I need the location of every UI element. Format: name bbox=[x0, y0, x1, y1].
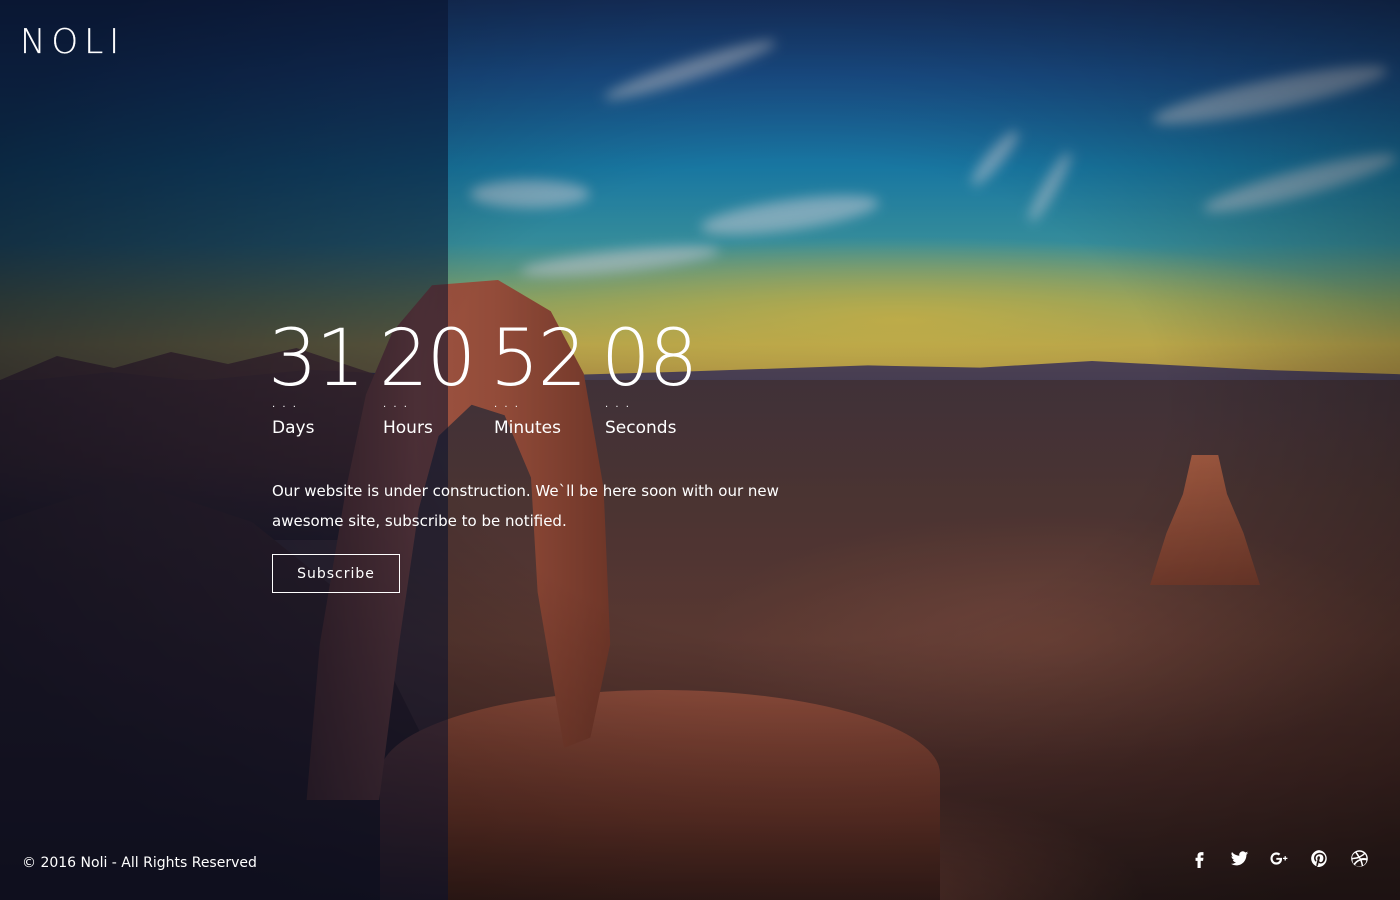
brand-logo[interactable]: NOLI bbox=[20, 22, 125, 62]
countdown-seconds-value: 08 bbox=[601, 314, 698, 404]
dribbble-icon bbox=[1351, 850, 1368, 867]
dribbble-link[interactable] bbox=[1349, 848, 1370, 869]
countdown-hours-label: Hours bbox=[383, 418, 433, 438]
copyright-text: © 2016 Noli - All Rights Reserved bbox=[22, 855, 257, 871]
social-links bbox=[1189, 848, 1370, 869]
countdown-seconds: 08 . . . Seconds bbox=[601, 318, 712, 438]
facebook-icon bbox=[1195, 852, 1204, 868]
countdown-minutes: 52 . . . Minutes bbox=[490, 318, 601, 438]
countdown-hours-value: 20 bbox=[379, 314, 476, 404]
twitter-icon bbox=[1230, 851, 1249, 866]
countdown-days: 31 . . . Days bbox=[268, 318, 379, 438]
subscribe-button[interactable]: Subscribe bbox=[272, 554, 400, 593]
brand-logo-text: NOLI bbox=[20, 22, 126, 62]
twitter-link[interactable] bbox=[1229, 848, 1250, 869]
subscribe-button-label: Subscribe bbox=[297, 565, 375, 582]
pinterest-icon bbox=[1311, 850, 1327, 868]
landing-page: NOLI 31 . . . Days 20 . . . Hours 52 . .… bbox=[0, 0, 1400, 900]
countdown-days-value: 31 bbox=[268, 314, 365, 404]
countdown-timer: 31 . . . Days 20 . . . Hours 52 . . . Mi… bbox=[268, 318, 712, 438]
countdown-days-label: Days bbox=[272, 418, 315, 438]
countdown-seconds-label: Seconds bbox=[605, 418, 677, 438]
facebook-link[interactable] bbox=[1189, 848, 1210, 869]
left-overlay-panel bbox=[0, 0, 448, 900]
google-plus-icon bbox=[1270, 852, 1288, 865]
google-plus-link[interactable] bbox=[1269, 848, 1290, 869]
pinterest-link[interactable] bbox=[1309, 848, 1330, 869]
construction-message: Our website is under construction. We`ll… bbox=[272, 482, 779, 530]
countdown-minutes-value: 52 bbox=[490, 314, 587, 404]
countdown-minutes-label: Minutes bbox=[494, 418, 561, 438]
countdown-hours: 20 . . . Hours bbox=[379, 318, 490, 438]
